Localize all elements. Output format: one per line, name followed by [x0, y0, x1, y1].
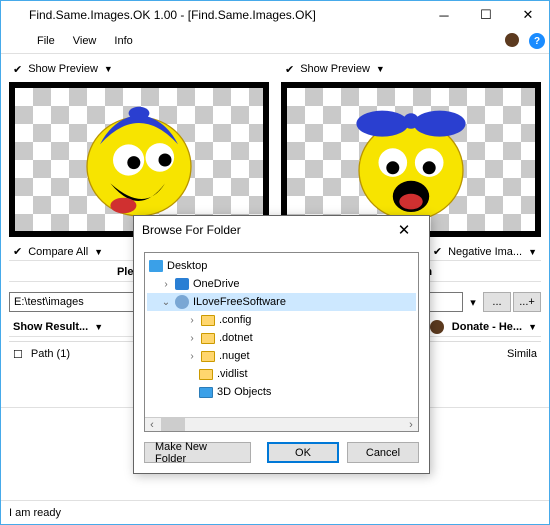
- chevron-down-icon: ▼: [376, 64, 385, 74]
- preview-right-panel: [281, 82, 541, 237]
- chevron-down-icon: ▼: [94, 247, 103, 257]
- path-dropdown-icon[interactable]: ▾: [465, 296, 481, 309]
- chevron-down-icon: ▼: [104, 64, 113, 74]
- minimize-button[interactable]: ─: [423, 1, 465, 29]
- preview-right-image: [346, 95, 476, 225]
- compare-all-label: Compare All: [28, 246, 88, 258]
- collapse-icon[interactable]: ⌄: [161, 297, 171, 308]
- coffee-icon[interactable]: [505, 33, 521, 49]
- folder-icon: [199, 369, 213, 380]
- scroll-right-icon[interactable]: ›: [404, 418, 418, 431]
- menu-info[interactable]: Info: [106, 33, 140, 49]
- expand-icon[interactable]: ›: [161, 279, 171, 290]
- menu-bar: File View Info ?: [1, 29, 549, 53]
- tree-item-label[interactable]: .nuget: [219, 350, 250, 362]
- make-new-folder-button[interactable]: Make New Folder: [144, 442, 251, 463]
- expand-icon[interactable]: ›: [187, 315, 197, 326]
- chevron-down-icon: ▼: [94, 322, 103, 332]
- dialog-close-button[interactable]: ✕: [387, 216, 421, 244]
- ok-button[interactable]: OK: [267, 442, 339, 463]
- compare-all-toggle[interactable]: ✔ Compare All ▼: [9, 243, 107, 260]
- chevron-down-icon: ▼: [528, 322, 537, 332]
- cancel-button[interactable]: Cancel: [347, 442, 419, 463]
- folder-icon: [201, 315, 215, 326]
- dialog-title: Browse For Folder: [142, 223, 387, 237]
- browse-add-button[interactable]: ...+: [513, 292, 541, 312]
- maximize-button[interactable]: ☐: [465, 1, 507, 29]
- title-bar: Find.Same.Images.OK 1.00 - [Find.Same.Im…: [1, 1, 549, 29]
- tree-item-label[interactable]: 3D Objects: [217, 386, 271, 398]
- app-icon-small: [5, 33, 21, 49]
- similarity-column-header[interactable]: Simila: [503, 346, 541, 363]
- tree-item-label[interactable]: .dotnet: [219, 332, 253, 344]
- preview-left-image: [74, 95, 204, 225]
- tree-root-label[interactable]: Desktop: [167, 260, 207, 272]
- folder-tree[interactable]: Desktop › OneDrive ⌄ ILoveFreeSoftware ›…: [144, 252, 419, 432]
- scroll-left-icon[interactable]: ‹: [145, 418, 159, 431]
- folder-icon: [201, 351, 215, 362]
- menu-file[interactable]: File: [29, 33, 63, 49]
- coffee-icon: [430, 320, 444, 334]
- donate-label: Donate - He...: [452, 321, 522, 333]
- scroll-thumb[interactable]: [161, 418, 185, 431]
- show-results-label: Show Result...: [13, 321, 88, 333]
- app-icon: [7, 7, 23, 23]
- tree-item-label[interactable]: OneDrive: [193, 278, 239, 290]
- status-bar: I am ready: [1, 500, 549, 524]
- path-column-header[interactable]: Path (1): [27, 346, 74, 363]
- show-preview-right-toggle[interactable]: ✔ Show Preview ▼: [281, 61, 389, 78]
- chevron-down-icon: ▼: [528, 247, 537, 257]
- user-icon: [175, 295, 189, 309]
- check-icon: ✔: [433, 245, 442, 258]
- desktop-icon: [149, 260, 163, 272]
- show-preview-left-toggle[interactable]: ✔ Show Preview ▼: [9, 61, 117, 78]
- path-column-checkbox[interactable]: ☐: [9, 346, 27, 363]
- negative-images-toggle[interactable]: ✔ Negative Ima... ▼: [429, 243, 541, 260]
- close-button[interactable]: ✕: [507, 1, 549, 29]
- help-icon[interactable]: ?: [529, 33, 545, 49]
- status-text: I am ready: [9, 507, 61, 519]
- check-icon: ✔: [13, 63, 22, 76]
- browse-button[interactable]: ...: [483, 292, 511, 312]
- 3d-objects-icon: [199, 387, 213, 398]
- menu-view[interactable]: View: [65, 33, 105, 49]
- onedrive-icon: [175, 278, 189, 290]
- tree-item-label[interactable]: .vidlist: [217, 368, 248, 380]
- window-title: Find.Same.Images.OK 1.00 - [Find.Same.Im…: [29, 8, 423, 22]
- tree-item-label[interactable]: .config: [219, 314, 251, 326]
- show-preview-right-label: Show Preview: [300, 63, 370, 75]
- expand-icon[interactable]: ›: [187, 333, 197, 344]
- show-preview-left-label: Show Preview: [28, 63, 98, 75]
- negative-images-label: Negative Ima...: [448, 246, 522, 258]
- show-results-toggle[interactable]: Show Result... ▼: [9, 319, 107, 335]
- expand-icon[interactable]: ›: [187, 351, 197, 362]
- tree-horizontal-scrollbar[interactable]: ‹ ›: [145, 417, 418, 431]
- check-icon: ✔: [285, 63, 294, 76]
- tree-item-label[interactable]: ILoveFreeSoftware: [193, 296, 286, 308]
- check-icon: ✔: [13, 245, 22, 258]
- browse-folder-dialog: Browse For Folder ✕ Desktop › OneDrive ⌄…: [133, 215, 430, 474]
- donate-toggle[interactable]: Donate - He... ▼: [426, 318, 541, 336]
- preview-left-panel: [9, 82, 269, 237]
- folder-icon: [201, 333, 215, 344]
